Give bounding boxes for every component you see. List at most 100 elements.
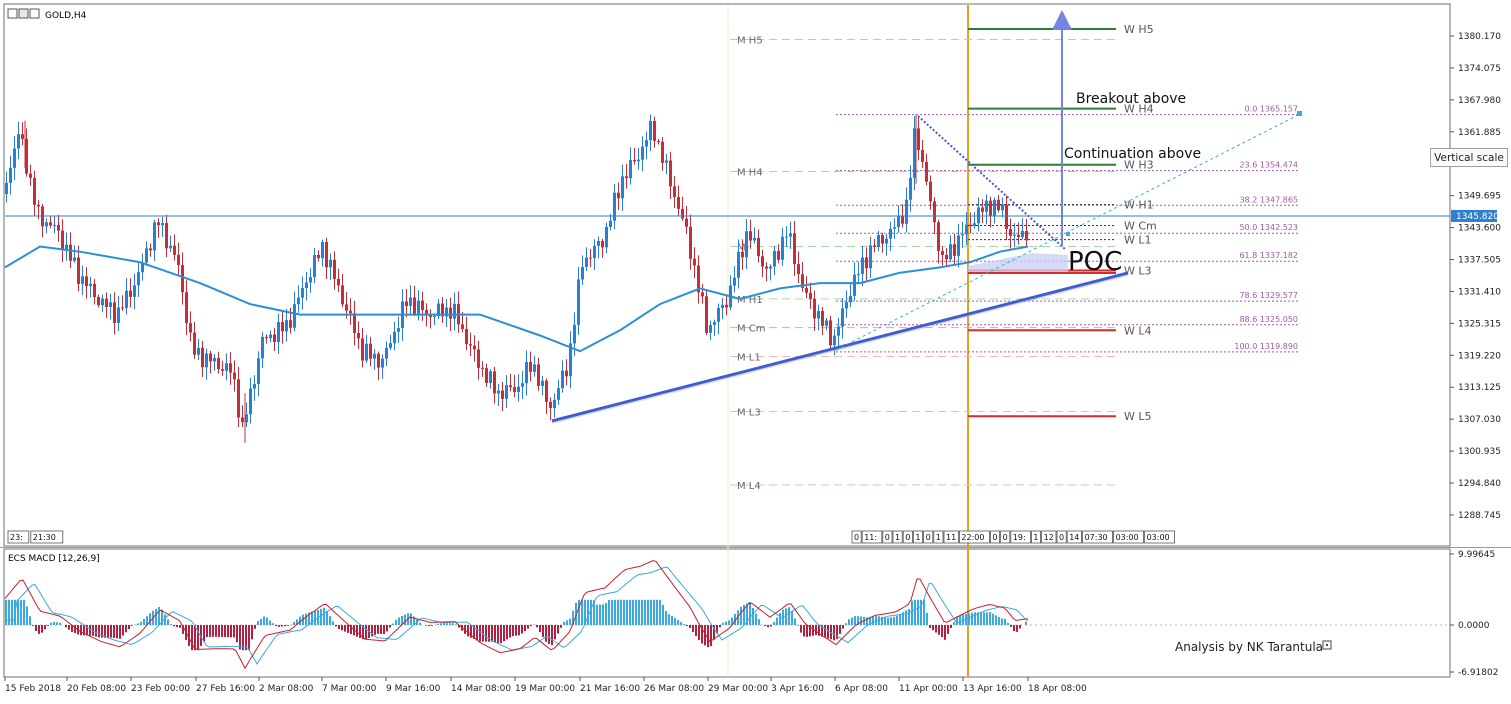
candle-body [373, 353, 376, 359]
weekly-pivot-label: W H5 [1124, 23, 1154, 36]
candle-body [193, 332, 196, 355]
candle-body [833, 335, 836, 346]
candle-body [157, 222, 160, 226]
candle-body [17, 134, 20, 149]
candle-body [305, 282, 308, 289]
time-axis-label: 6 Apr 08:00 [835, 684, 888, 694]
price-axis-label: 1367.980 [1458, 96, 1501, 106]
candle-body [397, 328, 400, 332]
candle-body [537, 364, 540, 386]
fib-anchor-handle[interactable] [1297, 111, 1302, 116]
candle-body [453, 303, 456, 319]
candle-body [1005, 204, 1008, 230]
candle-body [37, 204, 40, 207]
fib-level-label: 78.6 1329.577 [1239, 291, 1298, 300]
vertical-scale-button[interactable]: Vertical scale [1430, 148, 1508, 167]
price-axis-label: 1319.220 [1458, 351, 1501, 361]
price-axis-label: 1300.935 [1458, 447, 1501, 457]
candle-body [577, 279, 580, 325]
candle-body [765, 266, 768, 269]
time-axis-label: 23 Feb 00:00 [131, 684, 190, 694]
candle-body [581, 266, 584, 280]
time-axis-label: 11 Apr 00:00 [899, 684, 958, 694]
session-tag-label: 0 [992, 533, 997, 542]
candle-body [137, 272, 140, 286]
candle-body [869, 245, 872, 269]
candle-body [129, 290, 132, 297]
candle-body [829, 320, 832, 346]
candle-body [557, 388, 560, 400]
price-axis-label: 1380.170 [1458, 32, 1501, 42]
candle-body [937, 222, 940, 252]
time-axis-label: 2 Mar 08:00 [259, 684, 314, 694]
candle-body [57, 224, 60, 231]
candle-body [825, 320, 828, 326]
candle-body [889, 228, 892, 239]
price-axis-label: 1288.745 [1458, 511, 1501, 521]
time-axis-label: 13 Apr 16:00 [963, 684, 1022, 694]
candle-body [97, 296, 100, 306]
candle-body [385, 347, 388, 359]
candle-body [933, 201, 936, 223]
session-tag-label: 21:30 [33, 533, 56, 542]
session-tag-label: 0 [1003, 533, 1008, 542]
candle-body [377, 353, 380, 368]
time-axis-label: 3 Apr 16:00 [771, 684, 824, 694]
candle-body [393, 331, 396, 344]
price-axis-label: 1331.410 [1458, 287, 1501, 297]
candle-body [509, 385, 512, 388]
candle-body [753, 237, 756, 241]
candle-body [125, 290, 128, 308]
candle-body [297, 297, 300, 305]
candle-body [637, 159, 640, 162]
chart-window: M H5 M H4 M M H1 M Cm M L1 M L3 M L4 W H5 W H4 W H… [0, 0, 1511, 700]
candle-body [69, 244, 72, 261]
candle-body [965, 224, 968, 235]
candle-body [873, 245, 876, 248]
session-tag-label: 0 [854, 533, 859, 542]
candle-body [77, 257, 80, 284]
candle-body [609, 220, 612, 227]
candle-body [737, 251, 740, 278]
session-tag-label: 03:00 [1147, 533, 1170, 542]
symbol-title: GOLD,H4 [45, 11, 87, 21]
candle-body [113, 302, 116, 324]
candle-body [381, 358, 384, 368]
candle-body [289, 320, 292, 328]
candle-body [901, 215, 904, 224]
candle-body [885, 238, 888, 244]
candle-body [733, 277, 736, 286]
candle-body [661, 141, 664, 163]
candle-body [493, 371, 496, 394]
candle-body [777, 250, 780, 260]
fib-level-label: 38.2 1347.865 [1239, 195, 1298, 204]
candle-body [781, 236, 784, 260]
candle-body [1025, 231, 1028, 241]
fib-anchor-handle[interactable] [1066, 232, 1070, 236]
candle-body [529, 361, 532, 372]
chart-canvas[interactable]: M H5M H4MM H1M CmM L1M L3M L4W H5W H4W H… [0, 0, 1511, 700]
candle-body [725, 304, 728, 308]
candle-body [953, 244, 956, 256]
candle-body [809, 292, 812, 299]
candle-body [505, 385, 508, 399]
time-axis-label: 14 Mar 08:00 [451, 684, 511, 694]
candle-body [649, 120, 652, 141]
candle-body [877, 234, 880, 248]
candle-body [121, 307, 124, 309]
weekly-pivot-label: W L4 [1124, 324, 1152, 337]
session-tag-label: 23: [10, 533, 23, 542]
candle-body [425, 309, 428, 314]
candle-body [5, 182, 8, 195]
candle-body [909, 177, 912, 200]
candle-body [961, 234, 964, 236]
candle-body [261, 336, 264, 359]
candle-body [997, 199, 1000, 211]
candle-body [169, 245, 172, 249]
author-watermark: Analysis by NK Tarantula [1175, 640, 1323, 654]
candle-body [161, 223, 164, 226]
candle-body [861, 257, 864, 274]
candle-body [173, 245, 176, 255]
candle-body [105, 298, 108, 308]
candle-body [225, 363, 228, 371]
